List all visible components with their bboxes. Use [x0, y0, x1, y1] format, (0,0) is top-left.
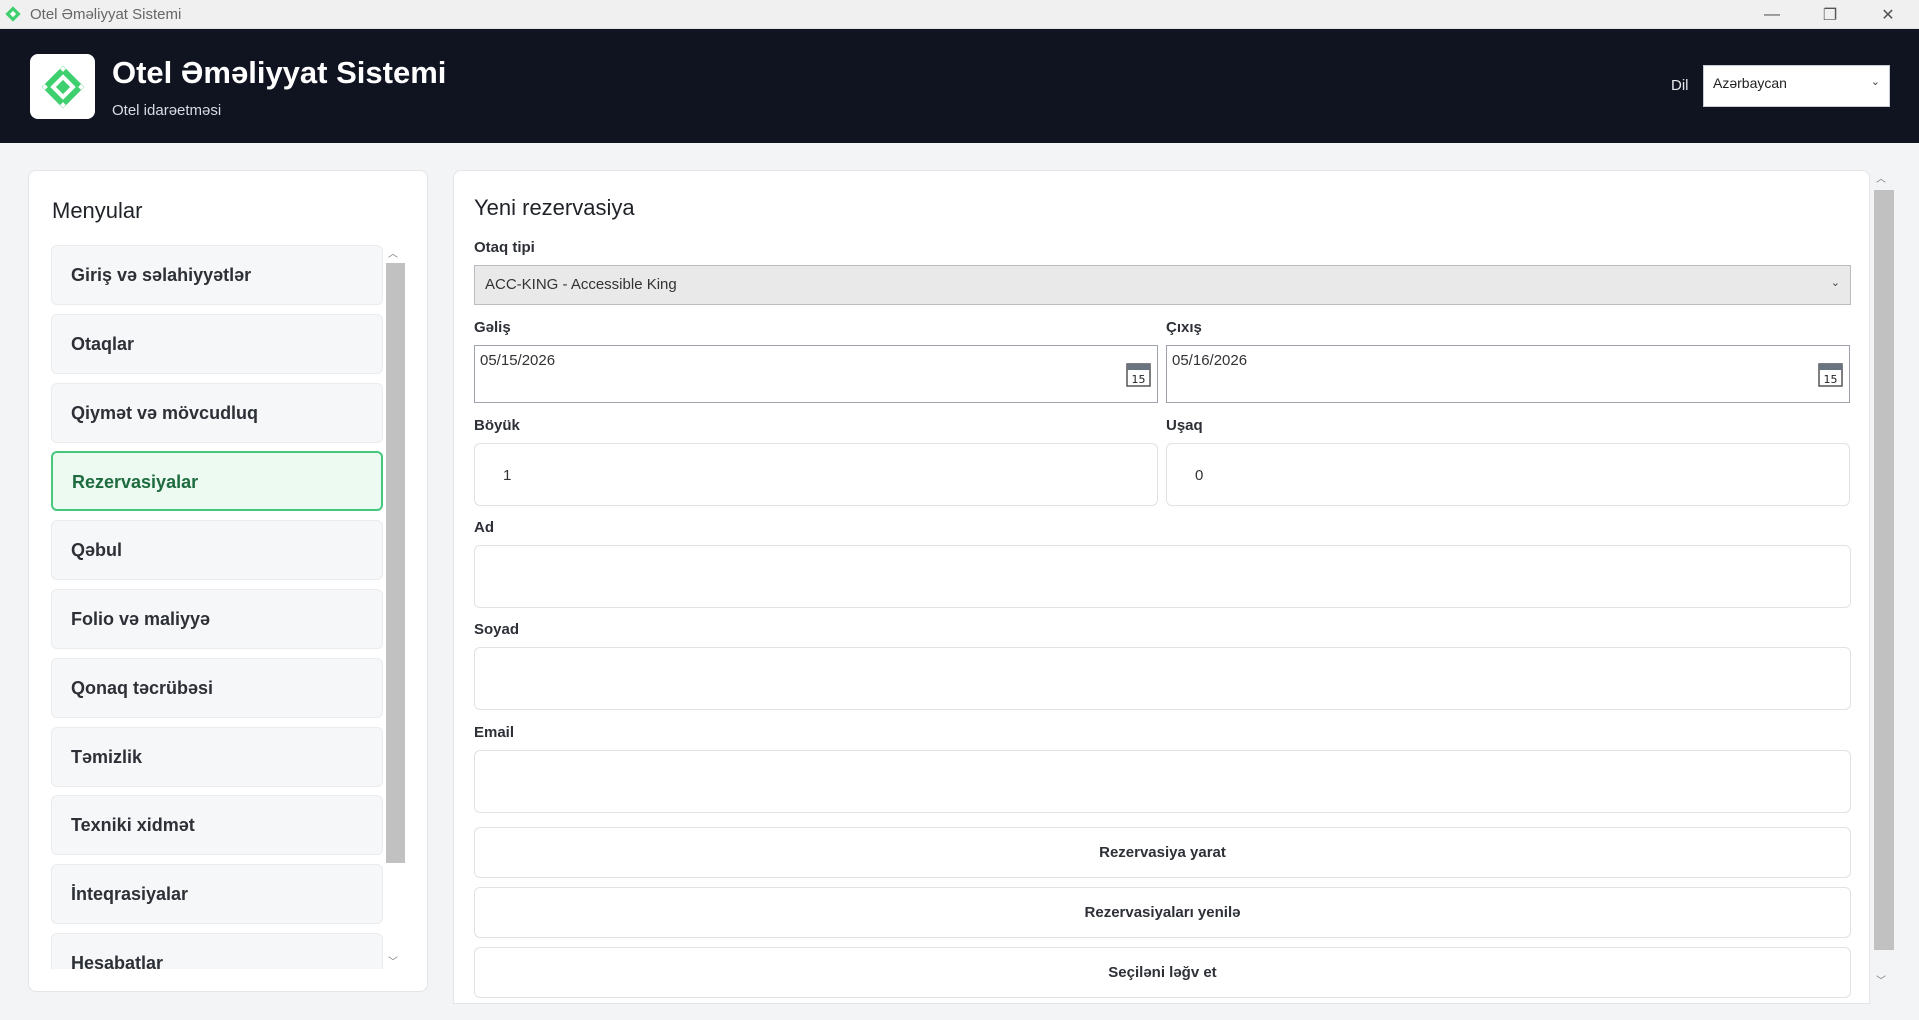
last-name-input[interactable]: [474, 647, 1851, 710]
restore-button[interactable]: ❐: [1801, 0, 1859, 29]
sidebar-scrollbar[interactable]: ︿ ﹀: [384, 245, 405, 969]
menu-item-access[interactable]: Giriş və səlahiyyətlər: [51, 245, 383, 305]
menu-item-folio[interactable]: Folio və maliyyə: [51, 589, 383, 649]
children-label: Uşaq: [1166, 417, 1203, 434]
menu-item-reports[interactable]: Hesabatlar: [51, 933, 383, 969]
email-input[interactable]: [474, 750, 1851, 813]
menu-item-guest-experience[interactable]: Qonaq təcrübəsi: [51, 658, 383, 718]
departure-label: Çıxış: [1166, 319, 1202, 336]
scroll-up-icon[interactable]: ︿: [1876, 170, 1886, 185]
reservation-form-panel: Yeni rezervasiya Otaq tipi ACC-KING - Ac…: [453, 170, 1870, 1004]
room-type-select[interactable]: ACC-KING - Accessible King ⌄: [474, 265, 1851, 305]
cancel-selected-button[interactable]: Seçiləni ləğv et: [474, 947, 1851, 998]
window-titlebar: Otel Əməliyyat Sistemi — ❐ ✕: [0, 0, 1919, 29]
menu-item-reservations[interactable]: Rezervasiyalar: [51, 451, 383, 511]
close-icon: ✕: [1881, 6, 1895, 24]
menu-sidebar: Menyular Giriş və səlahiyyətlər Otaqlar …: [28, 170, 428, 992]
create-reservation-button[interactable]: Rezervasiya yarat: [474, 827, 1851, 878]
close-button[interactable]: ✕: [1859, 0, 1917, 29]
email-label: Email: [474, 724, 515, 741]
minimize-icon: —: [1764, 5, 1780, 23]
scroll-down-icon[interactable]: ﹀: [1876, 972, 1886, 987]
departure-date-input[interactable]: 05/16/2026 15: [1166, 345, 1850, 403]
language-select[interactable]: Azərbaycan ⌄: [1703, 65, 1890, 107]
app-logo-icon: [5, 6, 21, 22]
main-scroll-thumb[interactable]: [1874, 190, 1894, 950]
calendar-day: 15: [1132, 373, 1146, 386]
sidebar-scroll-thumb[interactable]: [386, 263, 405, 863]
scroll-up-icon[interactable]: ︿: [388, 245, 398, 260]
sidebar-title: Menyular: [52, 198, 143, 223]
main-scrollbar[interactable]: ︿ ﹀: [1872, 170, 1894, 992]
minimize-button[interactable]: —: [1743, 0, 1801, 29]
calendar-day: 15: [1824, 373, 1838, 386]
first-name-label: Ad: [474, 519, 494, 536]
refresh-reservations-button[interactable]: Rezervasiyaları yenilə: [474, 887, 1851, 938]
language-value: Azərbaycan: [1713, 75, 1787, 91]
calendar-icon[interactable]: 15: [1818, 362, 1843, 387]
scroll-down-icon[interactable]: ﹀: [388, 953, 398, 968]
calendar-icon[interactable]: 15: [1126, 362, 1151, 387]
app-title: Otel Əməliyyat Sistemi: [112, 55, 447, 90]
chevron-down-icon: ⌄: [1830, 277, 1840, 289]
app-header: Otel Əməliyyat Sistemi Otel idarəetməsi …: [0, 29, 1919, 143]
children-input[interactable]: 0: [1166, 443, 1850, 506]
room-type-value: ACC-KING - Accessible King: [485, 276, 677, 293]
menu-item-integrations[interactable]: İnteqrasiyalar: [51, 864, 383, 924]
room-type-label: Otaq tipi: [474, 239, 535, 256]
chevron-down-icon: ⌄: [1870, 76, 1880, 88]
adults-input[interactable]: 1: [474, 443, 1158, 506]
app-logo: [30, 54, 95, 119]
menu-item-housekeeping[interactable]: Təmizlik: [51, 727, 383, 787]
window-title: Otel Əməliyyat Sistemi: [30, 5, 182, 23]
menu-item-rates[interactable]: Qiymət və mövcudluq: [51, 383, 383, 443]
menu-item-maintenance[interactable]: Texniki xidmət: [51, 795, 383, 855]
language-label: Dil: [1671, 77, 1689, 94]
first-name-input[interactable]: [474, 545, 1851, 608]
arrival-date-value: 05/15/2026: [480, 352, 556, 369]
form-title: Yeni rezervasiya: [474, 195, 635, 220]
departure-date-value: 05/16/2026: [1172, 352, 1248, 369]
last-name-label: Soyad: [474, 621, 520, 638]
app-subtitle: Otel idarəetməsi: [112, 102, 222, 119]
menu-list: Giriş və səlahiyyətlər Otaqlar Qiymət və…: [51, 245, 383, 969]
menu-item-front-desk[interactable]: Qəbul: [51, 520, 383, 580]
restore-icon: ❐: [1822, 6, 1838, 24]
arrival-date-input[interactable]: 05/15/2026 15: [474, 345, 1158, 403]
arrival-label: Gəliş: [474, 319, 511, 336]
hotel-logo-icon: [41, 65, 84, 108]
menu-item-rooms[interactable]: Otaqlar: [51, 314, 383, 374]
adults-label: Böyük: [474, 417, 520, 434]
